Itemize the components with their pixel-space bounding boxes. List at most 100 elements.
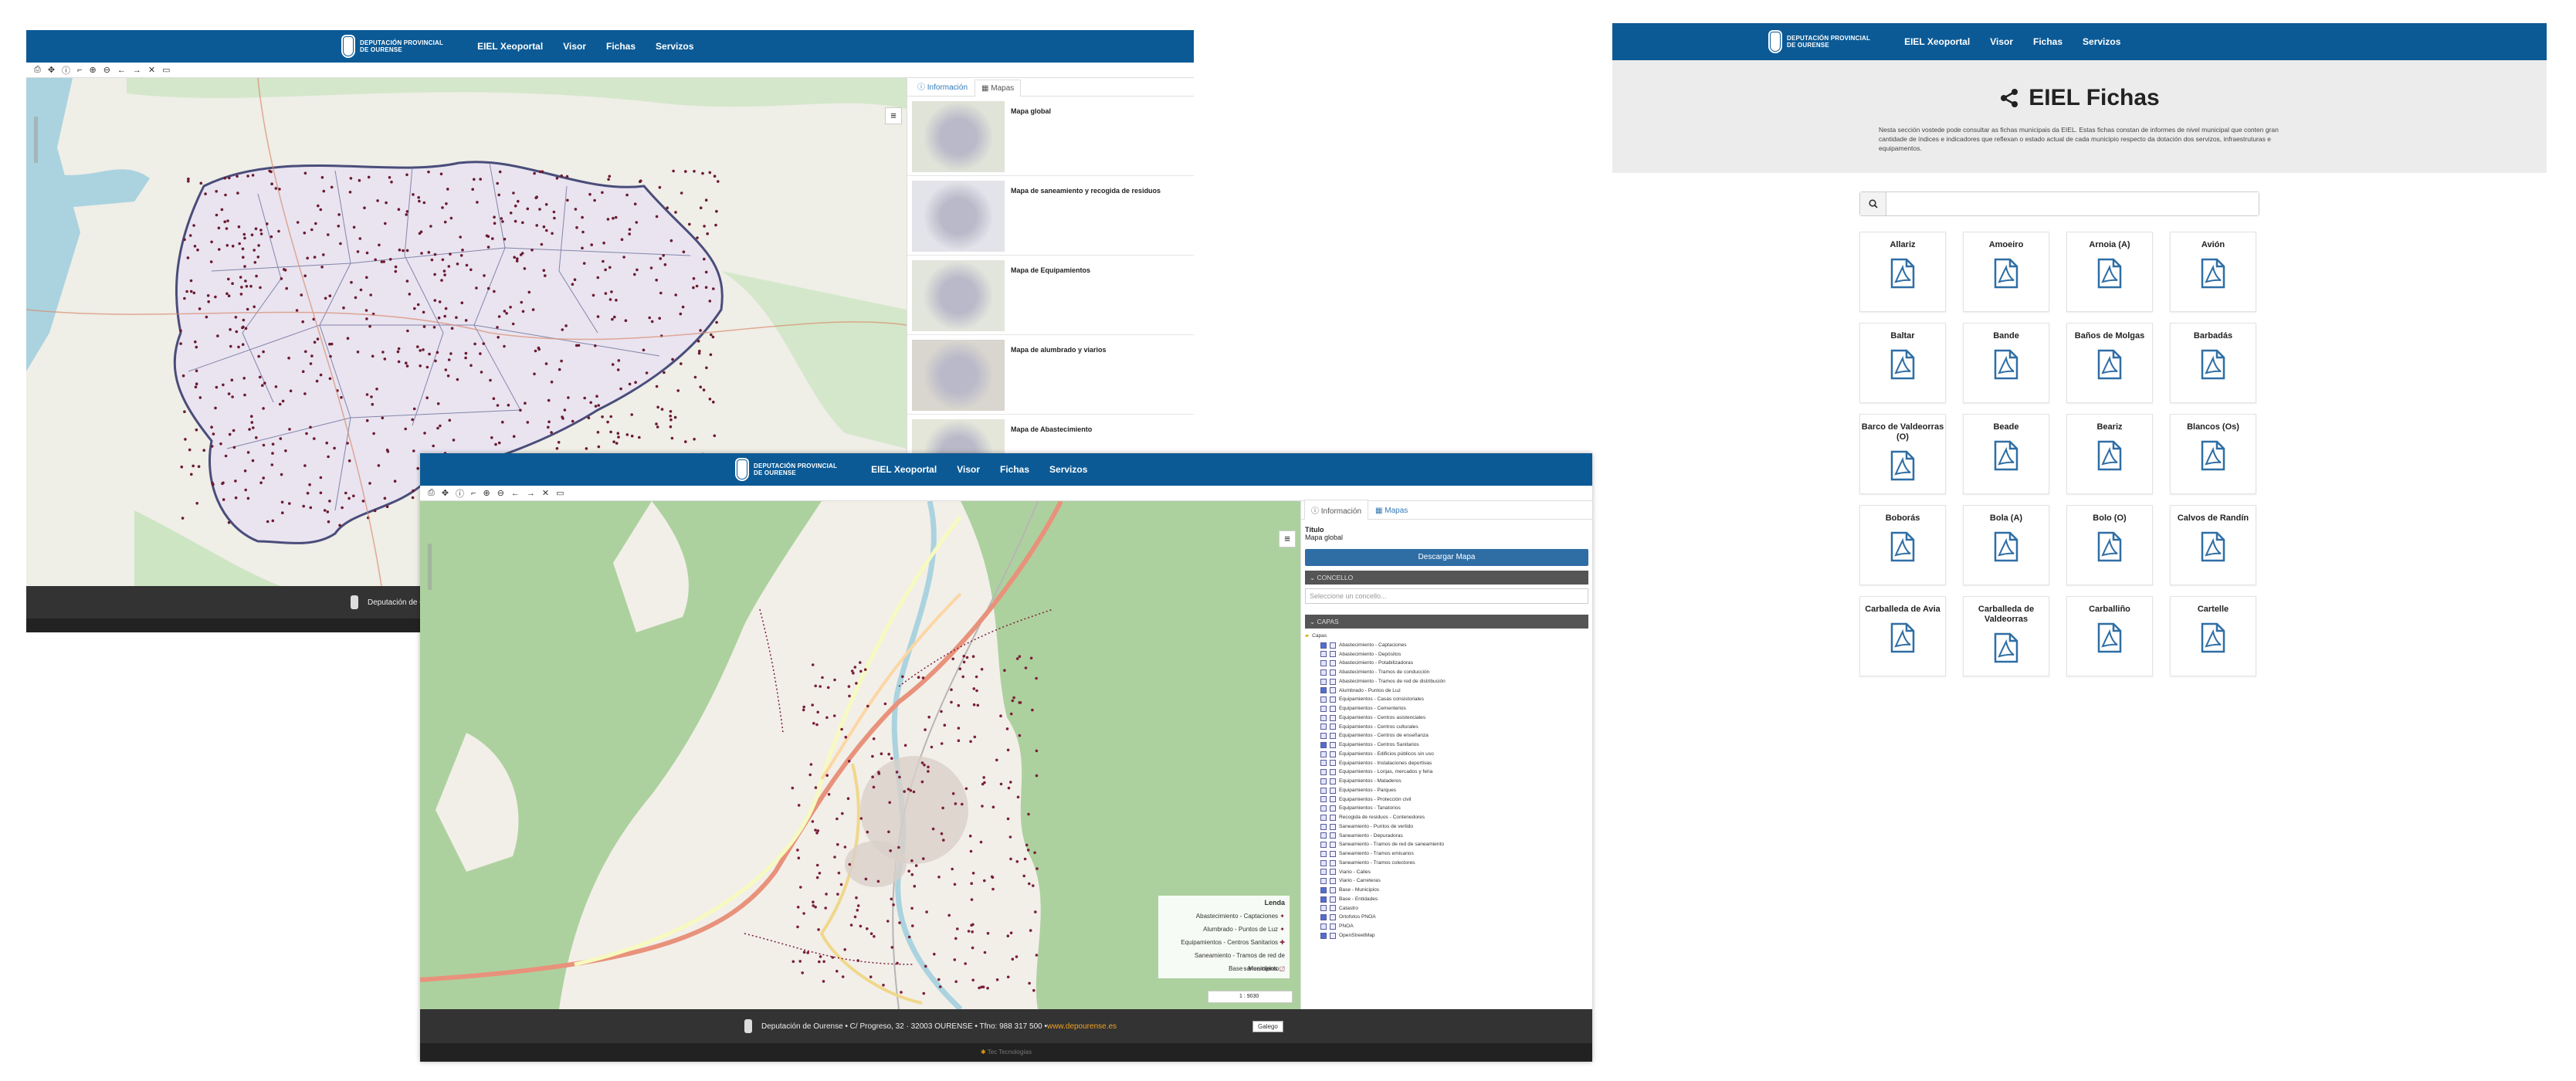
forward-icon[interactable]: → [527, 489, 535, 498]
nav-servizos[interactable]: Servizos [2083, 36, 2120, 47]
layer-checkbox[interactable] [1320, 859, 1327, 866]
layer-checkbox[interactable] [1320, 823, 1327, 830]
layers-menu-button[interactable]: ≡ [885, 107, 902, 124]
layer-checkbox[interactable] [1320, 886, 1327, 893]
zoom-out-icon[interactable]: ⊖ [497, 488, 504, 498]
layer-item[interactable]: Abastecimiento - Tramos de red de distri… [1305, 677, 1588, 686]
logo[interactable]: DEPUTACIÓN PROVINCIAL DE OURENSE [1770, 32, 1870, 52]
layer-item[interactable]: Saneamiento - Puntos de vertido [1305, 822, 1588, 832]
map-card[interactable]: Mapa global [907, 97, 1194, 176]
layer-checkbox[interactable] [1320, 932, 1327, 939]
pdf-file-icon[interactable] [2096, 622, 2123, 653]
layer-checkbox[interactable] [1320, 814, 1327, 821]
zoom-out-icon[interactable]: ⊖ [103, 65, 110, 75]
layer-checkbox[interactable] [1320, 805, 1327, 812]
municipality-card[interactable]: Avión [2170, 232, 2256, 312]
pan-icon[interactable]: ✥ [442, 488, 449, 498]
layer-checkbox[interactable] [1320, 651, 1327, 658]
nav-servizos[interactable]: Servizos [656, 41, 693, 52]
layer-item[interactable]: Equipamientos - Centros culturales [1305, 723, 1588, 732]
map-thumbnail[interactable] [912, 101, 1005, 172]
pdf-file-icon[interactable] [2200, 622, 2226, 653]
layer-checkbox[interactable] [1320, 869, 1327, 876]
print-icon[interactable]: ⎙ [428, 488, 435, 498]
map-thumbnail[interactable] [912, 260, 1005, 331]
layer-checkbox[interactable] [1320, 769, 1327, 776]
zoom-in-icon[interactable]: ⊕ [89, 65, 96, 75]
layer-checkbox[interactable] [1320, 914, 1327, 921]
root-layer[interactable]: Capas [1312, 632, 1327, 641]
nav-visor[interactable]: Visor [957, 464, 980, 475]
municipality-card[interactable]: Carballeda de Avia [1859, 596, 1946, 676]
municipality-card[interactable]: Calvos de Randín [2170, 505, 2256, 585]
layer-checkbox[interactable] [1320, 923, 1327, 930]
logo[interactable]: DEPUTACIÓN PROVINCIAL DE OURENSE [343, 36, 443, 56]
tab-mapas[interactable]: ▦ Mapas [974, 80, 1022, 97]
layer-item[interactable]: Saneamiento - Tramos de red de saneamien… [1305, 840, 1588, 849]
layer-item[interactable]: Equipamientos - Protección civil [1305, 795, 1588, 805]
pdf-file-icon[interactable] [2096, 531, 2123, 562]
pdf-file-icon[interactable] [1993, 440, 2019, 471]
layer-item[interactable]: Equipamientos - Parques [1305, 786, 1588, 795]
layer-checkbox[interactable] [1320, 660, 1327, 667]
concello-select[interactable]: Seleccione un concello... [1305, 588, 1588, 604]
layer-item[interactable]: Equipamientos - Lonjas, mercados y feria [1305, 768, 1588, 777]
pdf-file-icon[interactable] [2096, 349, 2123, 380]
back-icon[interactable]: ← [117, 66, 126, 75]
zoom-slider[interactable] [34, 117, 38, 163]
layer-item[interactable]: Saneamiento - Tramos emisarios [1305, 849, 1588, 859]
layer-item[interactable]: Abastecimiento - Tramos de conducción [1305, 668, 1588, 677]
full-extent-icon[interactable]: ✕ [148, 65, 155, 75]
municipality-card[interactable]: Boborás [1859, 505, 1946, 585]
concello-section[interactable]: ⌄ CONCELLO [1305, 571, 1588, 585]
search-button[interactable] [1860, 192, 1886, 215]
municipality-card[interactable]: Beariz [2066, 414, 2153, 494]
layer-item[interactable]: Equipamientos - Instalaciones deportivas [1305, 759, 1588, 768]
full-extent-icon[interactable]: ✕ [542, 488, 549, 498]
measure-icon[interactable]: ⌐ [471, 489, 476, 498]
zoom-in-icon[interactable]: ⊕ [483, 488, 490, 498]
map-card[interactable]: Mapa de alumbrado y viarios [907, 335, 1194, 415]
layer-item[interactable]: Ortofotos PNOA [1305, 913, 1588, 922]
tab-mapas[interactable]: ▦ Mapas [1368, 502, 1415, 519]
municipality-card[interactable]: Carballiño [2066, 596, 2153, 676]
map-card-title[interactable]: Mapa de alumbrado y viarios [1011, 340, 1107, 409]
info-icon[interactable]: ⓘ [62, 64, 70, 76]
layer-item[interactable]: Equipamientos - Casas consistoriales [1305, 695, 1588, 704]
municipality-card[interactable]: Bande [1963, 323, 2049, 403]
layer-checkbox[interactable] [1320, 796, 1327, 803]
pdf-file-icon[interactable] [1993, 258, 2019, 289]
pdf-file-icon[interactable] [1993, 632, 2019, 663]
tab-informacion[interactable]: ⓘ Información [1304, 500, 1369, 520]
layer-item[interactable]: Catastro [1305, 904, 1588, 913]
layer-item[interactable]: Saneamiento - Depuradoras [1305, 832, 1588, 841]
layer-checkbox[interactable] [1320, 760, 1327, 767]
footer-link[interactable]: www.depourense.es [1047, 1022, 1117, 1031]
pdf-file-icon[interactable] [2096, 258, 2123, 289]
layer-item[interactable]: Equipamientos - Centros asistenciales [1305, 713, 1588, 723]
layer-checkbox[interactable] [1320, 842, 1327, 849]
layer-checkbox[interactable] [1320, 642, 1327, 649]
map-thumbnail[interactable] [912, 181, 1005, 252]
municipality-card[interactable]: Amoeiro [1963, 232, 2049, 312]
logo[interactable]: DEPUTACIÓN PROVINCIAL DE OURENSE [737, 459, 837, 480]
map-card-title[interactable]: Mapa de saneamiento y recogida de residu… [1011, 181, 1161, 250]
layer-checkbox[interactable] [1320, 723, 1327, 730]
layer-checkbox[interactable] [1320, 714, 1327, 721]
layer-item[interactable]: Abastecimiento - Captaciones [1305, 641, 1588, 650]
map-card[interactable]: Mapa de saneamiento y recogida de residu… [907, 176, 1194, 256]
layer-item[interactable]: Abastecimiento - Potabilizadoras [1305, 659, 1588, 668]
measure-icon[interactable]: ⌐ [77, 66, 82, 75]
tab-informacion[interactable]: ⓘ Información [910, 76, 974, 96]
layer-checkbox[interactable] [1320, 850, 1327, 857]
layer-checkbox[interactable] [1320, 878, 1327, 885]
print-icon[interactable]: ⎙ [34, 65, 41, 75]
info-icon[interactable]: ⓘ [456, 487, 464, 500]
nav-visor[interactable]: Visor [563, 41, 586, 52]
search-input[interactable] [1886, 192, 2259, 215]
layer-checkbox[interactable] [1320, 778, 1327, 784]
layer-item[interactable]: Equipamientos - Mataderos [1305, 777, 1588, 786]
layer-item[interactable]: Viario - Calles [1305, 868, 1588, 877]
pdf-file-icon[interactable] [2200, 258, 2226, 289]
nav-servizos[interactable]: Servizos [1049, 464, 1087, 475]
